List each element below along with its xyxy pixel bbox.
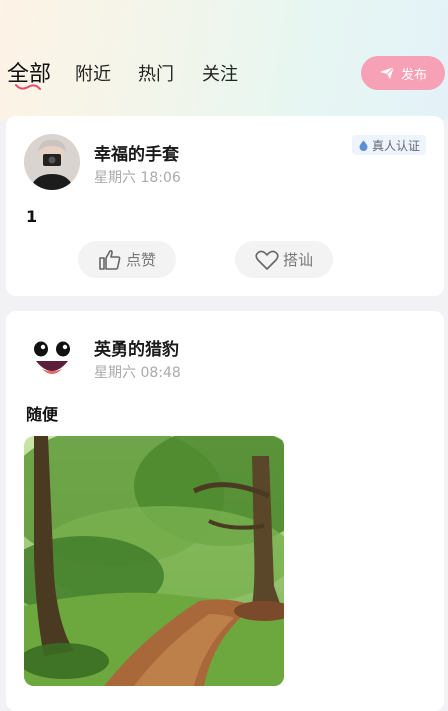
heart-icon <box>255 250 279 270</box>
chat-up-label: 搭讪 <box>282 251 313 269</box>
username[interactable]: 英勇的猎豹 <box>94 335 179 360</box>
post-image[interactable] <box>24 436 284 686</box>
chat-up-button[interactable]: 搭讪 <box>235 241 333 278</box>
post-time: 星期六 08:48 <box>94 365 181 381</box>
avatar[interactable] <box>24 329 80 385</box>
publish-button[interactable]: 发布 <box>361 56 445 90</box>
tab-label: 附近 <box>75 64 111 85</box>
tab-following[interactable]: 关注 <box>202 60 238 86</box>
send-icon <box>379 66 395 79</box>
cartoon-face-avatar <box>24 329 80 385</box>
badge-label: 真人认证 <box>371 138 420 153</box>
post-card: 幸福的手套 星期六 18:06 真人认证 1 点赞 搭讪 <box>6 116 444 296</box>
tab-nearby[interactable]: 附近 <box>75 60 111 86</box>
tab-label: 关注 <box>202 64 238 85</box>
verified-badge: 真人认证 <box>351 135 426 155</box>
avatar[interactable] <box>24 134 80 190</box>
post-card: 英勇的猎豹 星期六 08:48 随便 <box>6 311 444 711</box>
post-content: 随便 <box>26 405 59 424</box>
post-time: 星期六 18:06 <box>94 170 181 186</box>
tab-active-indicator <box>15 84 41 90</box>
like-label: 点赞 <box>125 251 156 269</box>
user-photo <box>24 134 80 190</box>
like-button[interactable]: 点赞 <box>78 241 176 278</box>
forest-path-photo <box>24 436 284 686</box>
publish-label: 发布 <box>400 67 427 83</box>
verified-drop-icon <box>359 140 368 151</box>
username[interactable]: 幸福的手套 <box>94 140 179 165</box>
tab-label: 热门 <box>138 64 174 85</box>
thumbs-up-icon <box>99 249 121 270</box>
post-content: 1 <box>26 207 38 226</box>
tab-hot[interactable]: 热门 <box>138 60 174 86</box>
